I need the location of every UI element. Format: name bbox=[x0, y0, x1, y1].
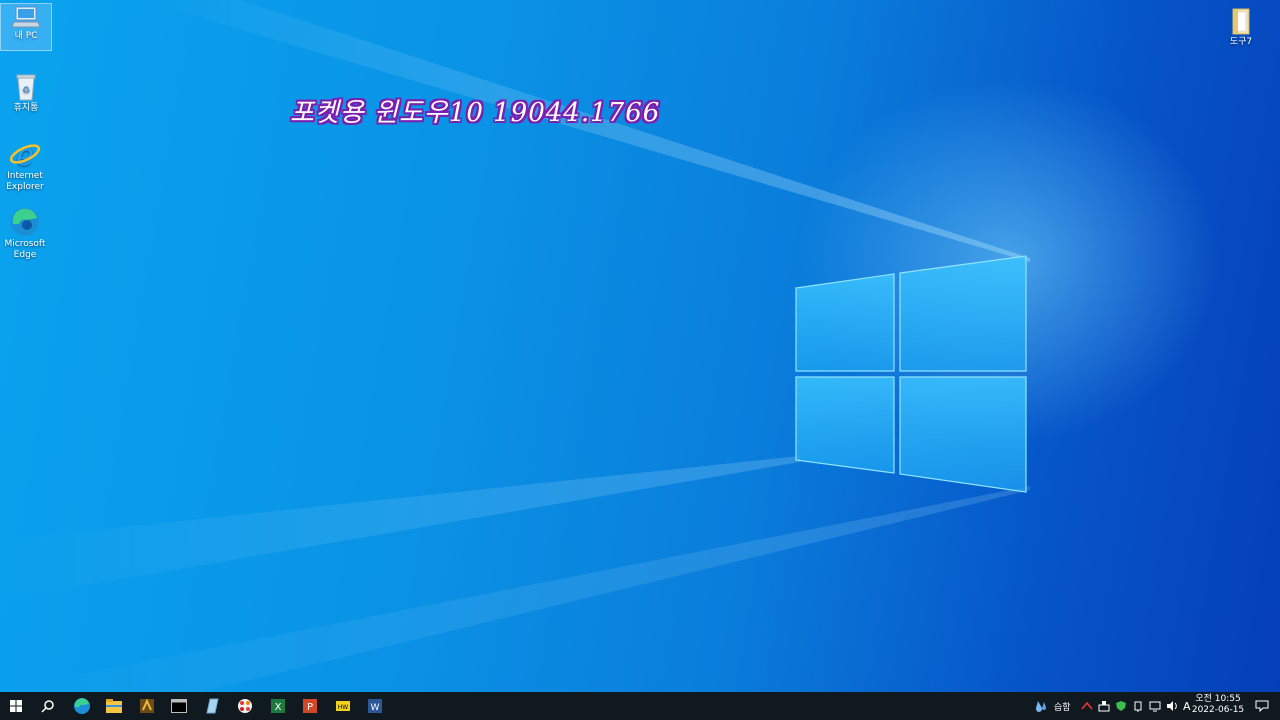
tools-folder-shortcut[interactable]: 도구7 bbox=[1216, 6, 1266, 48]
search-icon bbox=[41, 700, 54, 713]
start-button[interactable] bbox=[0, 692, 32, 720]
folder-icon bbox=[1232, 8, 1250, 35]
this-pc-label: 내 PC bbox=[14, 31, 38, 41]
watermark-text: 포켓용 윈도우10 19044.1766 bbox=[290, 98, 661, 128]
speaker-icon[interactable] bbox=[1166, 700, 1178, 712]
taskbar-file-explorer[interactable] bbox=[98, 692, 130, 720]
this-pc-shortcut[interactable]: 내 PC bbox=[0, 3, 52, 51]
internet-explorer-shortcut[interactable]: e Internet Explorer bbox=[0, 138, 50, 193]
taskbar-paint[interactable] bbox=[229, 692, 261, 720]
recycle-bin-label: 휴지통 bbox=[13, 103, 39, 113]
taskbar-word[interactable]: W bbox=[359, 692, 391, 720]
svg-text:HW: HW bbox=[338, 704, 349, 711]
action-center-button[interactable] bbox=[1246, 692, 1278, 720]
edge-icon bbox=[74, 698, 90, 714]
internet-explorer-icon: e bbox=[9, 138, 41, 170]
app-icon bbox=[140, 698, 154, 713]
microsoft-edge-label: Microsoft Edge bbox=[4, 239, 46, 260]
taskbar: X P HW W 습함 A 오전 10:55 2022-06-15 bbox=[0, 692, 1280, 720]
hwp-icon: HW bbox=[336, 701, 350, 711]
recycle-bin-shortcut[interactable]: ♻ 휴지통 bbox=[1, 72, 51, 114]
start-icon bbox=[10, 700, 22, 712]
svg-text:W: W bbox=[371, 703, 380, 713]
pc-icon bbox=[11, 6, 41, 28]
weather-text: 습함 bbox=[1054, 702, 1071, 713]
svg-text:P: P bbox=[307, 702, 313, 713]
taskbar-notepad[interactable] bbox=[196, 692, 228, 720]
svg-text:♻: ♻ bbox=[22, 86, 30, 96]
internet-explorer-label: Internet Explorer bbox=[6, 171, 44, 192]
search-button[interactable] bbox=[32, 692, 64, 720]
paint-icon bbox=[238, 699, 252, 713]
clock-date: 2022-06-15 bbox=[1191, 705, 1245, 715]
network-icon[interactable] bbox=[1098, 700, 1110, 712]
taskbar-edge[interactable] bbox=[66, 692, 98, 720]
svg-text:e: e bbox=[16, 138, 34, 170]
humidity-icon bbox=[1036, 701, 1046, 712]
usb-icon[interactable] bbox=[1132, 700, 1144, 712]
powerpoint-icon: P bbox=[303, 699, 317, 713]
shield-icon[interactable] bbox=[1115, 700, 1127, 712]
tray-icons: A bbox=[1081, 692, 1191, 720]
clock-time: 오전 10:55 bbox=[1195, 694, 1241, 704]
recycle-bin-icon: ♻ bbox=[16, 74, 36, 101]
monitor-icon[interactable] bbox=[1149, 700, 1161, 712]
clock[interactable]: 오전 10:55 2022-06-15 bbox=[1190, 694, 1246, 716]
taskbar-app[interactable] bbox=[131, 692, 163, 720]
chevron-up-icon[interactable] bbox=[1081, 701, 1093, 711]
notification-icon bbox=[1255, 700, 1269, 712]
tray-weather[interactable]: 습함 bbox=[1034, 692, 1071, 720]
taskbar-hwp[interactable]: HW bbox=[327, 692, 359, 720]
tools-folder-label: 도구7 bbox=[1229, 37, 1253, 47]
terminal-icon bbox=[171, 699, 187, 713]
desktop[interactable]: 포켓용 윈도우10 19044.1766 내 PC ♻ 휴지통 e Intern… bbox=[0, 0, 1280, 692]
taskbar-powerpoint[interactable]: P bbox=[294, 692, 326, 720]
microsoft-edge-shortcut[interactable]: Microsoft Edge bbox=[0, 206, 50, 261]
taskbar-excel[interactable]: X bbox=[262, 692, 294, 720]
svg-text:X: X bbox=[275, 702, 282, 713]
microsoft-edge-icon bbox=[11, 208, 39, 236]
file-explorer-icon bbox=[106, 699, 122, 713]
word-icon: W bbox=[368, 699, 382, 713]
excel-icon: X bbox=[271, 699, 285, 713]
notepad-icon bbox=[206, 698, 219, 714]
taskbar-terminal[interactable] bbox=[163, 692, 195, 720]
